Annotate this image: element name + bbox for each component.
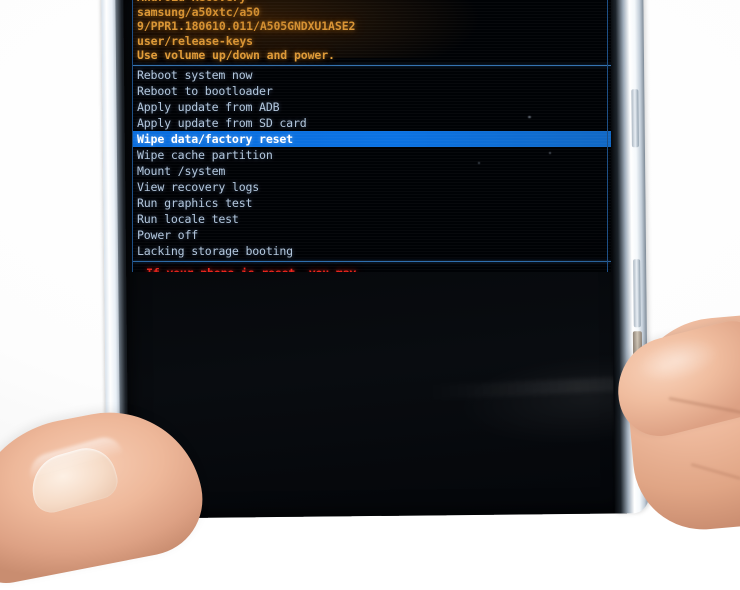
screen-speck bbox=[528, 116, 531, 118]
separator-menu-warning bbox=[133, 260, 611, 262]
header-line-keys: user/release-keys bbox=[137, 33, 254, 48]
menu-item-wipe-data-factory-reset[interactable]: Wipe data/factory reset bbox=[133, 130, 611, 147]
header-line-hint: Use volume up/down and power. bbox=[137, 48, 335, 63]
warning-line-1: If your phone is reset, you may bbox=[137, 265, 611, 272]
menu-item-reboot-system-now[interactable]: Reboot system now bbox=[137, 67, 611, 83]
header-line-device: samsung/a50xtc/a50 bbox=[137, 4, 260, 19]
console-right-border bbox=[607, 0, 608, 272]
menu-item-run-locale-test[interactable]: Run locale test bbox=[137, 211, 611, 227]
menu-item-wipe-cache-partition[interactable]: Wipe cache partition bbox=[137, 147, 611, 163]
menu-item-apply-update-adb[interactable]: Apply update from ADB bbox=[137, 99, 611, 115]
recovery-header: Android Recovery samsung/a50xtc/a50 9/PP… bbox=[133, 0, 611, 63]
recovery-warning-message: If your phone is reset, you may need to … bbox=[133, 263, 611, 272]
header-line-build: 9/PPR1.180610.011/A505GNDXU1ASE2 bbox=[137, 19, 356, 34]
menu-item-run-graphics-test[interactable]: Run graphics test bbox=[137, 195, 611, 211]
menu-item-mount-system[interactable]: Mount /system bbox=[137, 163, 611, 179]
screen-speck bbox=[478, 162, 480, 164]
android-recovery-console: Android Recovery samsung/a50xtc/a50 9/PP… bbox=[132, 0, 611, 272]
menu-item-apply-update-sd-card[interactable]: Apply update from SD card bbox=[137, 115, 611, 131]
menu-item-view-recovery-logs[interactable]: View recovery logs bbox=[137, 179, 611, 195]
menu-item-lacking-storage-booting[interactable]: Lacking storage booting bbox=[137, 243, 611, 259]
screen-speck bbox=[549, 152, 551, 154]
volume-up-button[interactable] bbox=[631, 89, 639, 148]
volume-down-button[interactable] bbox=[633, 259, 641, 328]
recovery-menu: Reboot system now Reboot to bootloader A… bbox=[133, 67, 611, 259]
separator-header-menu bbox=[133, 64, 611, 66]
menu-item-reboot-to-bootloader[interactable]: Reboot to bootloader bbox=[137, 83, 611, 99]
menu-item-power-off[interactable]: Power off bbox=[137, 227, 611, 243]
